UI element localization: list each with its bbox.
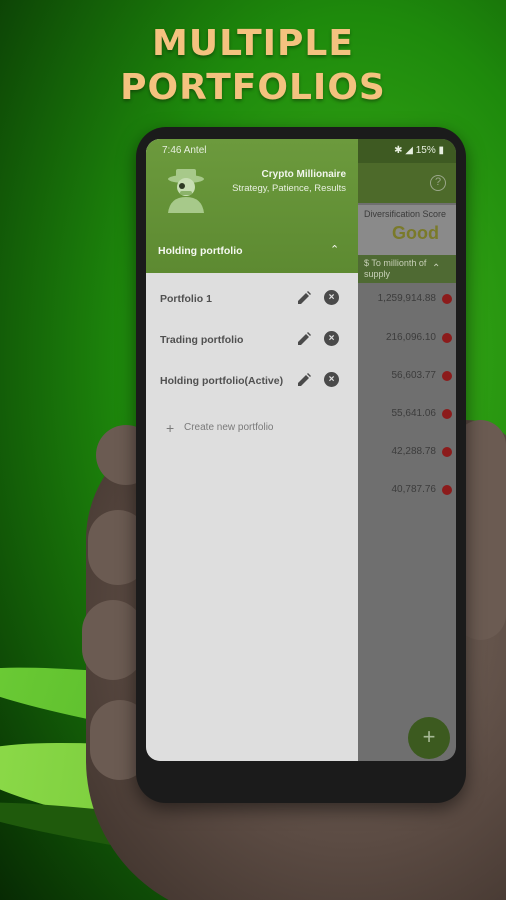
- status-dot: [442, 371, 452, 381]
- status-bar: 7:46 Antel ✱ ◢ 15% ▮: [146, 139, 456, 161]
- status-dot: [442, 409, 452, 419]
- avatar-icon: [162, 167, 210, 213]
- app-tagline: Strategy, Patience, Results: [232, 183, 346, 194]
- portfolio-label: Holding portfolio(Active): [160, 375, 284, 387]
- signal-icon: ✱ ◢: [394, 145, 416, 156]
- portfolio-item-active[interactable]: Holding portfolio(Active) ×: [146, 363, 358, 399]
- chevron-up-icon[interactable]: ⌃: [330, 243, 339, 256]
- status-time: 7:46 Antel: [162, 145, 207, 156]
- help-icon[interactable]: ?: [430, 175, 446, 191]
- status-right: ✱ ◢ 15% ▮: [394, 145, 444, 156]
- diversification-label: Diversification Score: [364, 209, 447, 219]
- amount-value: 216,096.10: [385, 332, 436, 343]
- delete-icon[interactable]: ×: [324, 372, 339, 387]
- amount-value: 56,603.77: [391, 370, 437, 381]
- headline-line-2: PORTFOLIOS: [120, 67, 386, 108]
- supply-label: $ To millionth of supply: [364, 258, 427, 279]
- add-fab-button[interactable]: +: [408, 717, 450, 759]
- status-dot: [442, 294, 452, 304]
- portfolio-item[interactable]: Portfolio 1 ×: [146, 281, 358, 317]
- edit-icon[interactable]: [296, 372, 312, 388]
- status-dot: [442, 333, 452, 343]
- diversification-value: Good: [392, 223, 439, 243]
- portfolio-label: Portfolio 1: [160, 293, 212, 305]
- edit-icon[interactable]: [296, 331, 312, 347]
- amount-value: 1,259,914.88: [377, 293, 436, 304]
- chevron-up-icon[interactable]: ⌃: [432, 263, 440, 274]
- hand-finger: [82, 600, 144, 680]
- status-dot: [442, 447, 452, 457]
- plus-icon: +: [166, 420, 175, 436]
- amount-value: 40,787.76: [391, 484, 437, 495]
- phone-device: ? Diversification Score Good $ To millio…: [136, 127, 466, 803]
- delete-icon[interactable]: ×: [324, 331, 339, 346]
- create-portfolio-label: Create new portfolio: [184, 422, 274, 433]
- app-name: Crypto Millionaire: [261, 169, 346, 180]
- battery-icon: ▮: [435, 145, 444, 156]
- delete-icon[interactable]: ×: [324, 290, 339, 305]
- phone-screen: ? Diversification Score Good $ To millio…: [146, 139, 456, 761]
- portfolio-label: Trading portfolio: [160, 334, 244, 346]
- headline-line-1: MULTIPLE: [152, 23, 354, 64]
- navigation-drawer: Crypto Millionaire Strategy, Patience, R…: [146, 139, 358, 761]
- amount-value: 42,288.78: [391, 446, 437, 457]
- promo-headline: MULTIPLE PORTFOLIOS: [0, 22, 506, 110]
- portfolio-item[interactable]: Trading portfolio ×: [146, 322, 358, 358]
- edit-icon[interactable]: [296, 290, 312, 306]
- status-dot: [442, 485, 452, 495]
- battery-level: 15%: [415, 145, 436, 156]
- amount-value: 55,641.06: [391, 408, 437, 419]
- current-portfolio-label[interactable]: Holding portfolio: [158, 245, 243, 257]
